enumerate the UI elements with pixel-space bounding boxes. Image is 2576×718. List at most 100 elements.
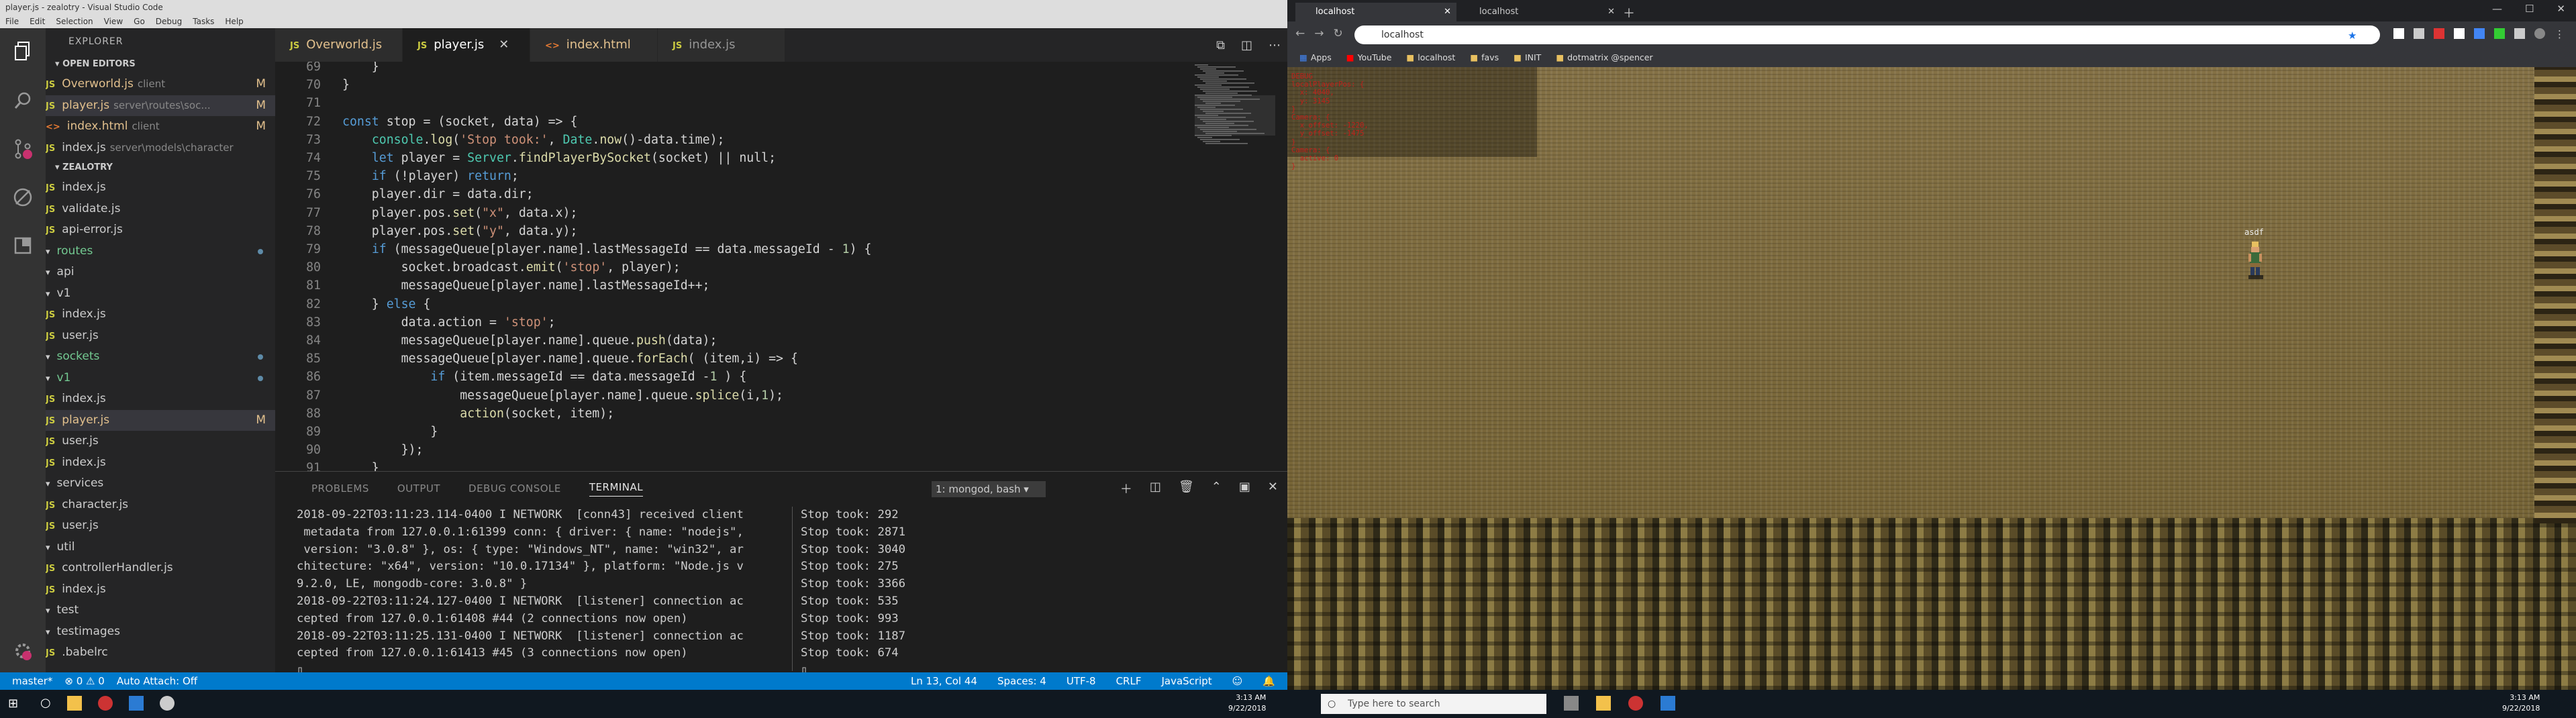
status-item[interactable]: Spaces: 4 bbox=[997, 672, 1046, 690]
chrome-menu-icon[interactable]: ⋮ bbox=[2555, 28, 2565, 40]
panel-tab-debug-console[interactable]: DEBUG CONSOLE bbox=[468, 482, 561, 495]
terminal-select[interactable]: 1: mongod, bash ▾ bbox=[932, 481, 1046, 497]
browser-tab-1[interactable]: localhost ✕ bbox=[1295, 3, 1456, 21]
bell-icon[interactable]: 🔔 bbox=[1262, 672, 1275, 690]
menu-item-file[interactable]: File bbox=[5, 15, 19, 28]
open-editor-item[interactable]: JS Overworld.js client M bbox=[46, 74, 275, 95]
folder-item[interactable]: ▾ util bbox=[46, 537, 275, 558]
back-icon[interactable]: ← bbox=[1295, 27, 1305, 40]
compare-icon[interactable]: ⧉ bbox=[1216, 38, 1225, 52]
vscode-taskbar-icon[interactable] bbox=[1661, 696, 1675, 711]
file-item[interactable]: JS index.js bbox=[46, 579, 275, 601]
extension-icon[interactable] bbox=[2474, 28, 2485, 39]
maximize-panel-icon[interactable]: ▣ bbox=[1239, 480, 1250, 497]
extension-icon[interactable] bbox=[2514, 28, 2525, 39]
debug-icon[interactable] bbox=[9, 184, 36, 211]
address-bar[interactable]: localhost bbox=[1354, 25, 2380, 44]
file-item[interactable]: JS index.js bbox=[46, 177, 275, 199]
chevron-up-icon[interactable]: ⌃ bbox=[1211, 480, 1222, 497]
file-item[interactable]: JS character.js bbox=[46, 495, 275, 516]
split-editor-icon[interactable]: ◫ bbox=[1241, 38, 1252, 52]
chrome-taskbar-icon[interactable] bbox=[1628, 696, 1643, 711]
folder-item[interactable]: ▾ sockets bbox=[46, 346, 275, 368]
forward-icon[interactable]: → bbox=[1314, 27, 1324, 40]
menu-item-debug[interactable]: Debug bbox=[156, 15, 182, 28]
file-item[interactable]: JS index.js bbox=[46, 304, 275, 325]
maximize-icon[interactable]: ☐ bbox=[2525, 3, 2534, 15]
panel-tab-output[interactable]: OUTPUT bbox=[397, 482, 440, 495]
task-view-icon[interactable] bbox=[1564, 696, 1579, 711]
settings-gear-icon[interactable] bbox=[9, 637, 36, 664]
close-tab-icon[interactable]: ✕ bbox=[1607, 3, 1615, 21]
new-tab-icon[interactable]: ＋ bbox=[1623, 4, 1635, 21]
menu-item-edit[interactable]: Edit bbox=[30, 15, 45, 28]
panel-tab-terminal[interactable]: TERMINAL bbox=[589, 481, 644, 497]
file-item[interactable]: JS controllerHandler.js bbox=[46, 558, 275, 579]
folder-item[interactable]: ▾ v1 bbox=[46, 283, 275, 305]
minimap[interactable] bbox=[1195, 62, 1275, 471]
vscode-taskbar-icon[interactable] bbox=[129, 696, 144, 711]
extension-icon[interactable] bbox=[2494, 28, 2505, 39]
windows-start-icon[interactable]: ⊞ bbox=[8, 697, 18, 711]
file-item[interactable]: JS user.js bbox=[46, 431, 275, 452]
smiley-feedback-icon[interactable]: ☺ bbox=[1232, 672, 1243, 690]
more-actions-icon[interactable]: ⋯ bbox=[1269, 38, 1281, 52]
minimize-icon[interactable]: — bbox=[2492, 3, 2502, 15]
editor-tab[interactable]: <> index.html bbox=[530, 28, 658, 62]
open-editor-item[interactable]: JS index.js server\models\character bbox=[46, 138, 275, 159]
folder-item[interactable]: ▾ test bbox=[46, 600, 275, 621]
search-icon[interactable]: ○ bbox=[40, 696, 51, 710]
file-item[interactable]: JS user.js bbox=[46, 515, 275, 537]
window-close-icon[interactable]: ✕ bbox=[2557, 3, 2565, 15]
bookmark-item[interactable]: ▦ Apps bbox=[1299, 48, 1332, 67]
open-editors-header[interactable]: ▾ OPEN EDITORS bbox=[46, 55, 275, 74]
file-explorer-icon[interactable] bbox=[1596, 696, 1611, 711]
bookmark-item[interactable]: ■ dotmatrix @spencer bbox=[1556, 48, 1652, 67]
file-item[interactable]: JS player.js M bbox=[46, 409, 275, 431]
file-item[interactable]: JS index.js bbox=[46, 452, 275, 474]
menu-item-tasks[interactable]: Tasks bbox=[193, 15, 214, 28]
clock-right[interactable]: 3:13 AM 9/22/2018 bbox=[2502, 693, 2540, 714]
folder-item[interactable]: ▾ services bbox=[46, 473, 275, 495]
folder-item[interactable]: ▾ api bbox=[46, 262, 275, 283]
folder-item[interactable]: ▾ testimages bbox=[46, 621, 275, 643]
status-item[interactable]: master* bbox=[12, 672, 52, 690]
status-item[interactable]: Ln 13, Col 44 bbox=[911, 672, 977, 690]
settings-gear-icon[interactable] bbox=[160, 696, 175, 711]
file-item[interactable]: JS api-error.js bbox=[46, 219, 275, 241]
folder-item[interactable]: ▾ routes bbox=[46, 241, 275, 262]
bookmark-item[interactable]: ■ INIT bbox=[1514, 48, 1541, 67]
status-item[interactable]: ⊗ 0 ⚠ 0 bbox=[64, 672, 104, 690]
file-item[interactable]: JS user.js bbox=[46, 325, 275, 347]
status-item[interactable]: UTF-8 bbox=[1067, 672, 1096, 690]
source-control-icon[interactable] bbox=[9, 136, 36, 162]
menu-item-go[interactable]: Go bbox=[134, 15, 145, 28]
terminal-output-left[interactable]: 2018-09-22T03:11:23.114-0400 I NETWORK [… bbox=[297, 507, 780, 677]
search-icon[interactable] bbox=[9, 87, 36, 114]
profile-avatar[interactable] bbox=[2534, 28, 2545, 39]
bookmark-item[interactable]: ■ YouTube bbox=[1346, 48, 1392, 67]
new-terminal-icon[interactable]: ＋ bbox=[1120, 480, 1132, 497]
open-editor-item[interactable]: JS player.js server\routes\soc... M bbox=[46, 95, 275, 116]
menu-item-selection[interactable]: Selection bbox=[56, 15, 93, 28]
bookmark-star-icon[interactable]: ★ bbox=[2348, 30, 2357, 42]
editor-tab[interactable]: JS Overworld.js bbox=[275, 28, 403, 62]
extension-icon[interactable] bbox=[2393, 28, 2404, 39]
project-header[interactable]: ▾ ZEALOTRY bbox=[46, 158, 275, 177]
panel-tab-problems[interactable]: PROBLEMS bbox=[311, 482, 369, 495]
split-terminal-icon[interactable]: ◫ bbox=[1150, 480, 1161, 497]
close-icon[interactable]: ✕ bbox=[1268, 480, 1278, 497]
status-item[interactable]: JavaScript bbox=[1161, 672, 1211, 690]
code-editor[interactable]: 69 } 70} 71 72 const stop = (socket, data) =… bbox=[275, 62, 1175, 471]
extension-icon[interactable] bbox=[2414, 28, 2424, 39]
editor-tab[interactable]: JS index.js bbox=[658, 28, 785, 62]
browser-tab-2[interactable]: localhost ✕ bbox=[1459, 3, 1620, 21]
extension-icon[interactable] bbox=[2454, 28, 2465, 39]
extensions-icon[interactable] bbox=[9, 232, 36, 259]
editor-tab[interactable]: JS player.js ✕ bbox=[403, 28, 530, 62]
file-item[interactable]: JS index.js bbox=[46, 389, 275, 410]
menu-item-help[interactable]: Help bbox=[225, 15, 243, 28]
open-editor-item[interactable]: <> index.html client M bbox=[46, 116, 275, 138]
status-item[interactable]: Auto Attach: Off bbox=[117, 672, 197, 690]
extension-icon[interactable] bbox=[2434, 28, 2444, 39]
